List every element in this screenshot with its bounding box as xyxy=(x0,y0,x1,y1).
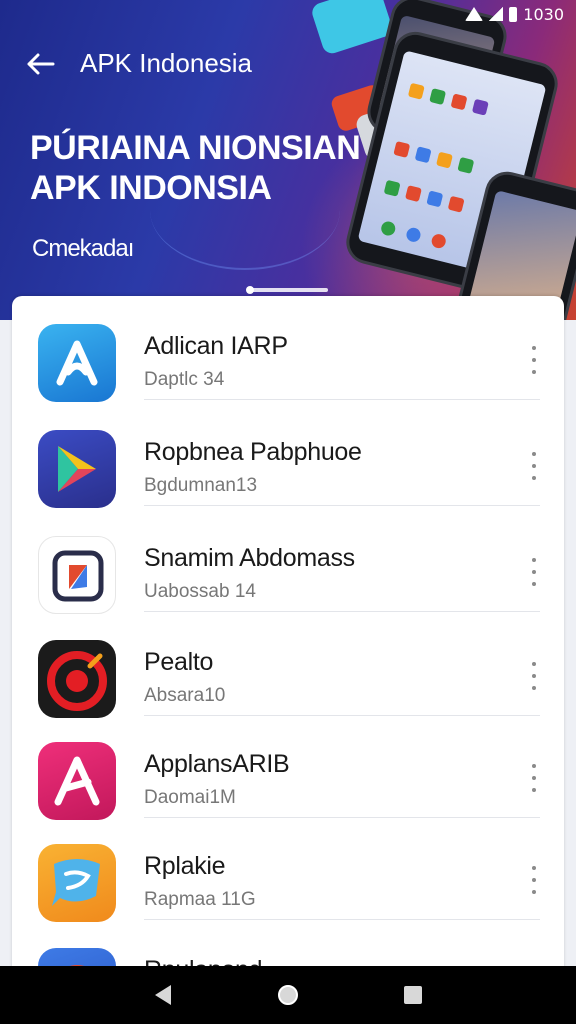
page-title: APK Indonesia xyxy=(80,48,253,78)
signal-icon xyxy=(489,7,504,21)
app-list-card: Adlican IARP Daptlc 34 Ropbnea Pabphuoe … xyxy=(12,296,564,1024)
nav-home-button[interactable] xyxy=(268,975,308,1015)
status-time: 1030 xyxy=(523,4,564,24)
banner-pager-indicator xyxy=(246,286,328,294)
target-ring-icon xyxy=(38,640,116,718)
banner-headline: PÚRIAINA NIONSIAN APK INDONSIA xyxy=(30,128,370,208)
row-divider xyxy=(144,505,540,506)
more-options-icon[interactable] xyxy=(528,866,540,894)
battery-icon xyxy=(509,6,518,22)
header-banner: 1030 APK Indonesia PÚRIAINA NIONSIAN APK… xyxy=(0,0,576,320)
app-name: Pealto xyxy=(144,648,214,676)
arrow-left-icon xyxy=(27,53,55,75)
app-name: Rplakie xyxy=(144,852,226,880)
system-nav-bar xyxy=(0,966,576,1024)
app-name: ApplansARIB xyxy=(144,750,290,778)
list-item[interactable]: ApplansARIB Daomai1M xyxy=(12,714,564,820)
app-subtitle: Rapmaa 11G xyxy=(144,889,256,910)
list-item[interactable]: Rplakie Rapmaa 11G xyxy=(12,816,564,922)
play-triangle-icon xyxy=(38,430,116,508)
list-item[interactable]: Adlican IARP Daptlc 34 xyxy=(12,296,564,402)
app-subtitle: Absara10 xyxy=(144,685,226,706)
more-options-icon[interactable] xyxy=(528,558,540,586)
app-subtitle: Bgdumnan13 xyxy=(144,475,258,496)
app-name: Adlican IARP xyxy=(144,332,288,360)
app-name: Ropbnea Pabphuoe xyxy=(144,438,362,466)
app-subtitle: Uabossab 14 xyxy=(144,581,256,602)
blue-a-icon xyxy=(38,324,116,402)
app-subtitle: Daomai1M xyxy=(144,787,236,808)
app-screen: 1030 APK Indonesia PÚRIAINA NIONSIAN APK… xyxy=(0,0,576,1024)
more-options-icon[interactable] xyxy=(528,452,540,480)
home-circle-icon xyxy=(277,985,298,1005)
banner-subtitle: Cmekadaı xyxy=(32,235,134,262)
nav-recents-button[interactable] xyxy=(393,975,433,1015)
more-options-icon[interactable] xyxy=(528,346,540,374)
row-divider xyxy=(144,399,540,400)
app-name: Snamim Abdomass xyxy=(144,544,355,572)
list-item[interactable]: Pealto Absara10 xyxy=(12,612,564,718)
wifi-icon xyxy=(465,7,484,21)
pink-a-icon xyxy=(38,742,116,820)
back-triangle-icon xyxy=(154,985,171,1005)
more-options-icon[interactable] xyxy=(528,662,540,690)
recents-square-icon xyxy=(404,986,423,1004)
square-logo-icon xyxy=(38,536,116,614)
more-options-icon[interactable] xyxy=(528,764,540,792)
list-item[interactable]: Ropbnea Pabphuoe Bgdumnan13 xyxy=(12,402,564,508)
back-button[interactable] xyxy=(20,46,60,82)
list-item[interactable]: Snamim Abdomass Uabossab 14 xyxy=(12,508,564,614)
headline-line-1: PÚRIAINA NIONSIAN xyxy=(30,129,361,167)
status-bar: 1030 xyxy=(465,4,564,24)
chat-bubble-icon xyxy=(38,844,116,922)
nav-back-button[interactable] xyxy=(143,975,183,1015)
headline-line-2: APK INDONSIA xyxy=(30,169,272,207)
app-subtitle: Daptlc 34 xyxy=(144,369,225,390)
